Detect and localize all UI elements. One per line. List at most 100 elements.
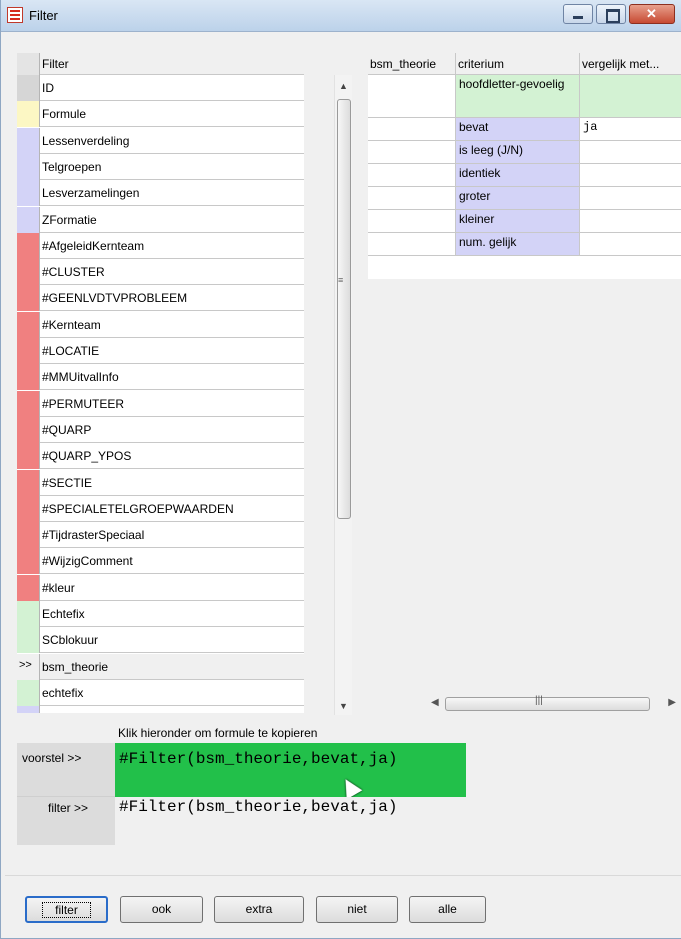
criterium-cell[interactable]: num. gelijk xyxy=(456,233,580,256)
list-item[interactable]: ZFormatie xyxy=(17,206,304,233)
column-header-value[interactable]: bsm_theorie xyxy=(368,53,456,75)
list-item[interactable]: Telgroepen xyxy=(17,153,304,180)
list-item[interactable]: #WijzigComment xyxy=(17,548,304,575)
compare-cell[interactable] xyxy=(580,141,681,164)
row-color-indicator xyxy=(17,627,40,654)
list-item[interactable]: #QUARP_YPOS xyxy=(17,443,304,470)
row-color-indicator xyxy=(17,285,40,312)
minimize-button[interactable] xyxy=(563,4,593,24)
row-color-indicator xyxy=(17,232,40,259)
filter-window: Filter Filter ID Formule Lessenverdeling Te… xyxy=(0,0,681,939)
compare-cell[interactable] xyxy=(580,233,681,256)
grid-horizontal-scrollbar[interactable]: ◀ ||| ▶ xyxy=(425,694,681,714)
list-item[interactable]: #GEENLVDTVPROBLEEM xyxy=(17,285,304,312)
list-item[interactable]: #SPECIALETELGROEPWAARDEN xyxy=(17,495,304,522)
alle-button[interactable]: alle xyxy=(409,896,486,923)
compare-cell[interactable] xyxy=(580,210,681,233)
row-color-indicator xyxy=(17,469,40,496)
list-item[interactable]: ID xyxy=(17,75,304,101)
filter-field-list[interactable]: Filter ID Formule Lessenverdeling Telgroepe… xyxy=(17,53,304,713)
column-header-criterium[interactable]: criterium xyxy=(456,53,580,75)
value-cell[interactable] xyxy=(368,118,456,141)
list-item[interactable]: Lessenverdeling xyxy=(17,127,304,154)
scroll-left-arrow-icon[interactable]: ◀ xyxy=(431,697,439,708)
filter-formula[interactable]: #Filter(bsm_theorie,bevat,ja) xyxy=(119,798,397,816)
list-item[interactable]: #MMUitvalInfo xyxy=(17,364,304,391)
compare-cell[interactable]: ja xyxy=(580,118,681,141)
row-color-indicator xyxy=(17,390,40,417)
row-color-indicator xyxy=(17,601,40,627)
list-item-label: C... xyxy=(42,712,61,713)
list-item[interactable]: >> bsm_theorie xyxy=(17,653,304,680)
row-color-indicator xyxy=(17,495,40,522)
scrollbar-thumb[interactable] xyxy=(337,99,351,519)
compare-cell[interactable] xyxy=(580,164,681,187)
criterium-cell[interactable]: bevat xyxy=(456,118,580,141)
close-button[interactable] xyxy=(629,4,675,24)
list-item[interactable]: #PERMUTEER xyxy=(17,390,304,417)
row-color-indicator xyxy=(17,522,40,549)
value-cell[interactable] xyxy=(368,164,456,187)
list-item[interactable]: #TijdrasterSpeciaal xyxy=(17,522,304,549)
list-item-label: #GEENLVDTVPROBLEEM xyxy=(42,291,188,306)
list-item-label: Lessenverdeling xyxy=(42,133,130,148)
list-item[interactable]: C... xyxy=(17,706,304,713)
scroll-down-arrow-icon[interactable]: ▼ xyxy=(339,701,348,711)
list-item-label: #SECTIE xyxy=(42,475,93,490)
value-cell[interactable] xyxy=(368,141,456,164)
voorstel-formula-box[interactable]: #Filter(bsm_theorie,bevat,ja) xyxy=(115,743,466,800)
header-indicator xyxy=(17,53,40,75)
list-item[interactable]: echtefix xyxy=(17,679,304,706)
title-bar[interactable]: Filter xyxy=(1,0,681,32)
filter-formula-box[interactable]: #Filter(bsm_theorie,bevat,ja) xyxy=(115,797,466,845)
list-item[interactable]: #CLUSTER xyxy=(17,259,304,286)
value-cell[interactable] xyxy=(368,187,456,210)
list-item[interactable]: Formule xyxy=(17,101,304,128)
criterium-cell[interactable]: hoofdletter-gevoelig xyxy=(456,75,580,118)
criterium-cell[interactable]: identiek xyxy=(456,164,580,187)
list-item[interactable]: #AfgeleidKernteam xyxy=(17,232,304,259)
list-item-label: #MMUitvalInfo xyxy=(42,370,119,385)
list-vertical-scrollbar[interactable]: ▲ ≡ ▼ xyxy=(334,75,352,715)
criterium-cell[interactable]: kleiner xyxy=(456,210,580,233)
scroll-up-arrow-icon[interactable]: ▲ xyxy=(339,81,348,91)
value-cell[interactable] xyxy=(368,233,456,256)
compare-cell[interactable] xyxy=(580,187,681,210)
filter-button-label: filter xyxy=(42,902,91,918)
column-header-compare[interactable]: vergelijk met... xyxy=(580,53,681,75)
compare-cell[interactable] xyxy=(580,75,681,118)
list-item[interactable]: #QUARP xyxy=(17,416,304,443)
list-item-label: #Kernteam xyxy=(42,317,101,332)
list-item-label: #PERMUTEER xyxy=(42,396,125,411)
row-color-indicator xyxy=(17,364,40,391)
maximize-button[interactable] xyxy=(596,4,626,24)
row-color-indicator xyxy=(17,443,40,470)
list-item[interactable]: #SECTIE xyxy=(17,469,304,496)
row-color-indicator xyxy=(17,416,40,443)
row-color-indicator xyxy=(17,206,40,233)
filter-button[interactable]: filter xyxy=(25,896,108,923)
value-cell[interactable] xyxy=(368,75,456,118)
row-color-indicator xyxy=(17,127,40,154)
mouse-pointer-icon xyxy=(337,774,363,800)
list-header: Filter xyxy=(17,53,304,75)
voorstel-formula[interactable]: #Filter(bsm_theorie,bevat,ja) xyxy=(119,750,397,768)
list-item[interactable]: #kleur xyxy=(17,574,304,601)
list-item[interactable]: SCblokuur xyxy=(17,627,304,654)
extra-button[interactable]: extra xyxy=(214,896,304,923)
scroll-right-arrow-icon[interactable]: ▶ xyxy=(668,697,676,708)
criteria-grid[interactable]: bsm_theorie criterium vergelijk met... h… xyxy=(368,53,681,279)
list-item[interactable]: #LOCATIE xyxy=(17,338,304,364)
value-cell[interactable] xyxy=(368,210,456,233)
list-item-label: #kleur xyxy=(42,580,75,595)
list-item[interactable]: Echtefix xyxy=(17,601,304,627)
ook-button[interactable]: ook xyxy=(120,896,203,923)
list-item[interactable]: #Kernteam xyxy=(17,311,304,338)
criterium-cell[interactable]: groter xyxy=(456,187,580,210)
niet-button[interactable]: niet xyxy=(316,896,398,923)
list-item[interactable]: Lesverzamelingen xyxy=(17,180,304,207)
hscroll-thumb[interactable] xyxy=(445,697,650,711)
divider xyxy=(5,875,681,876)
criterium-cell[interactable]: is leeg (J/N) xyxy=(456,141,580,164)
list-header-label: Filter xyxy=(42,57,69,71)
